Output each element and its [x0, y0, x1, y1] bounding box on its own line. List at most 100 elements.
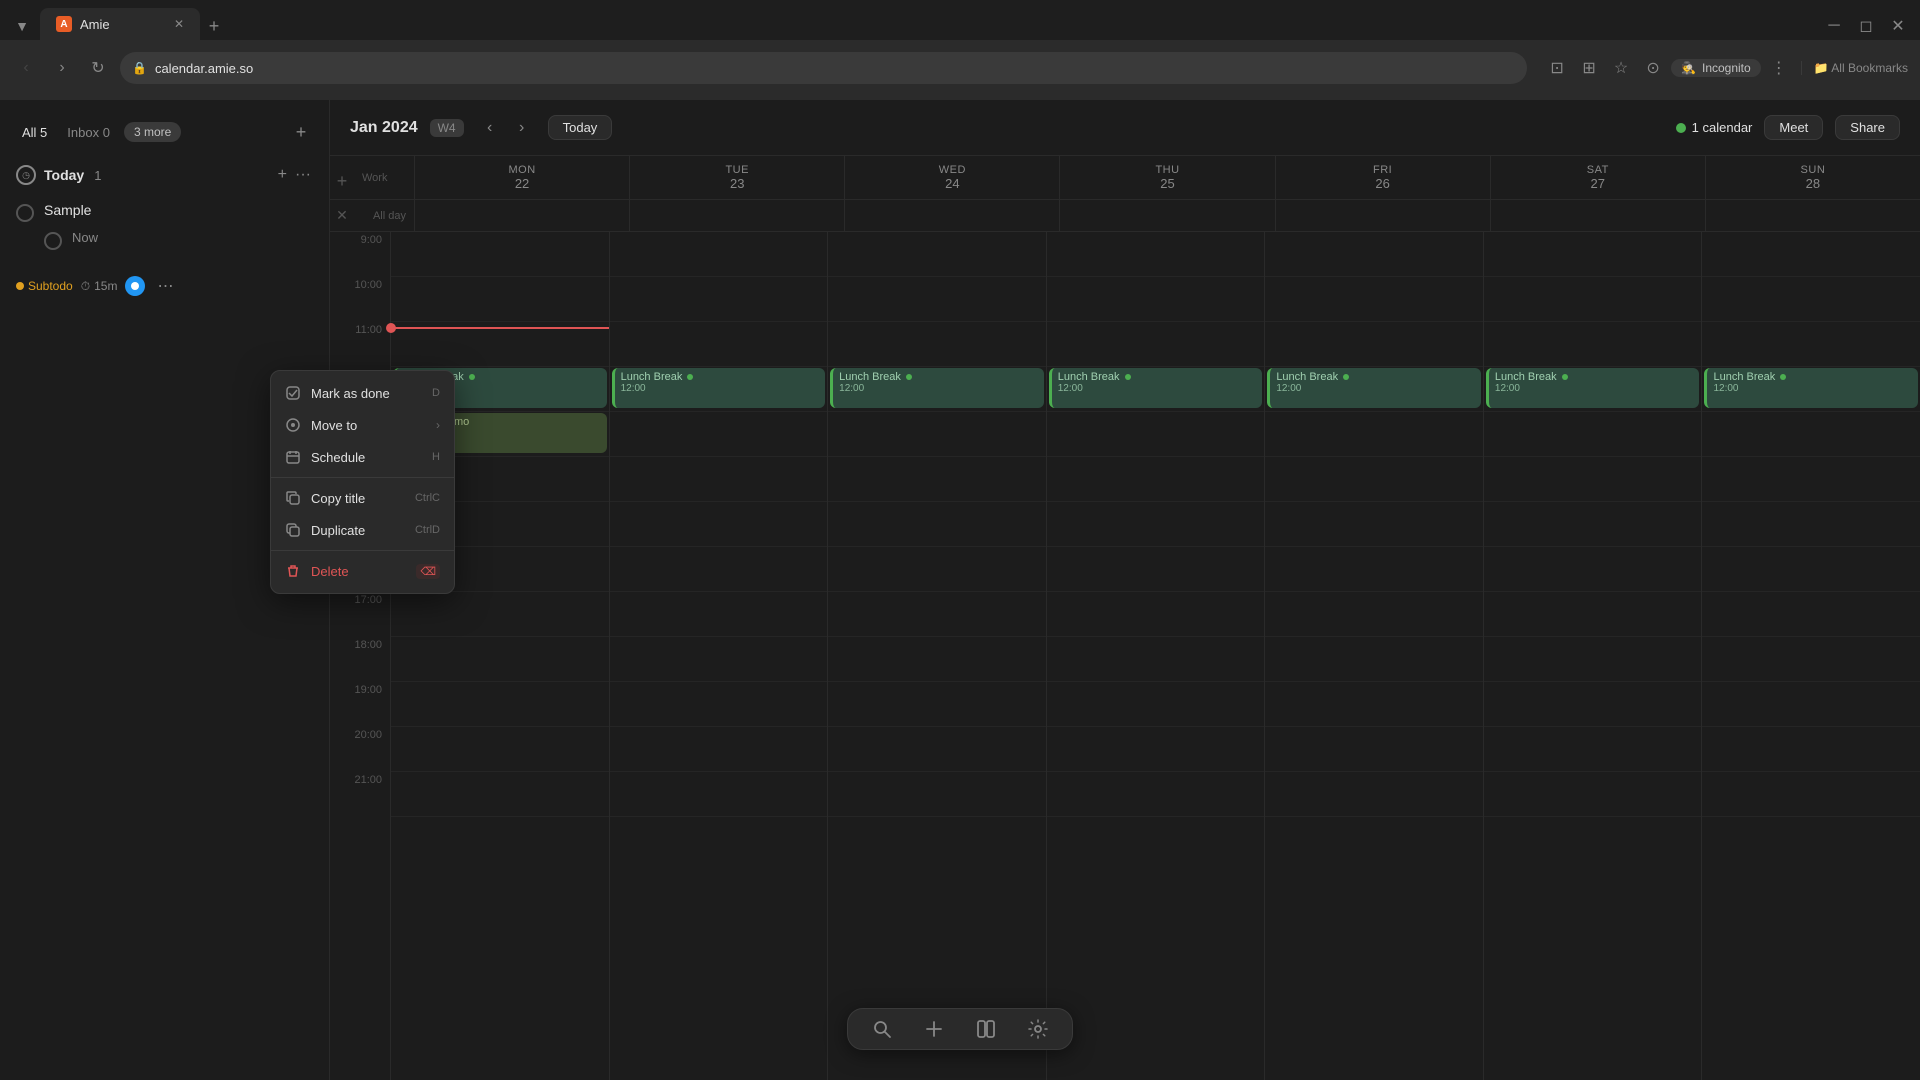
- calendar-col-sun[interactable]: Lunch Break 12:00: [1701, 232, 1920, 1080]
- task-circle-button[interactable]: [125, 276, 145, 296]
- sidebar-tab-inbox[interactable]: Inbox 0: [61, 121, 116, 144]
- event-lunch-fri[interactable]: Lunch Break 12:00: [1267, 368, 1481, 408]
- tab-list-button[interactable]: ▼: [8, 12, 36, 40]
- context-menu-duplicate[interactable]: Duplicate CtrlD: [271, 514, 454, 546]
- sidebar-tab-all[interactable]: All 5: [16, 121, 53, 144]
- allday-cell-sun[interactable]: [1705, 200, 1920, 231]
- event-lunch-tue[interactable]: Lunch Break 12:00: [612, 368, 826, 408]
- toolbar-add-button[interactable]: [924, 1019, 944, 1039]
- tab-close-button[interactable]: ✕: [174, 17, 184, 31]
- calendar-col-fri[interactable]: Lunch Break 12:00: [1264, 232, 1483, 1080]
- hour-line: [610, 322, 828, 367]
- tab-favicon: A: [56, 16, 72, 32]
- cast-icon[interactable]: ⊡: [1543, 54, 1571, 82]
- event-lunch-thu[interactable]: Lunch Break 12:00: [1049, 368, 1263, 408]
- bookmark-icon[interactable]: ☆: [1607, 54, 1635, 82]
- event-lunch-sun[interactable]: Lunch Break 12:00: [1704, 368, 1918, 408]
- today-add-button[interactable]: +: [276, 164, 289, 186]
- context-mark-done-label: Mark as done: [311, 386, 390, 401]
- calendar-col-mon[interactable]: Lunch Break 12:00 product demo 13:00: [390, 232, 609, 1080]
- calendar-col-tue[interactable]: Lunch Break 12:00: [609, 232, 828, 1080]
- schedule-icon: [285, 449, 301, 465]
- calendar-today-button[interactable]: Today: [548, 115, 613, 140]
- current-time-line: [391, 327, 609, 329]
- address-bar[interactable]: 🔒 calendar.amie.so: [120, 52, 1527, 84]
- event-lunch-sat[interactable]: Lunch Break 12:00: [1486, 368, 1700, 408]
- hour-line: [1047, 412, 1265, 457]
- sidebar-add-button[interactable]: +: [289, 120, 313, 144]
- back-button[interactable]: ‹: [12, 54, 40, 82]
- sidebar-more-button[interactable]: 3 more: [124, 122, 181, 142]
- calendar-main: Jan 2024 W4 ‹ › Today 1 calendar Meet Sh…: [330, 100, 1920, 1080]
- hour-line: [610, 547, 828, 592]
- calendar-day-columns: Lunch Break 12:00 product demo 13:00: [390, 232, 1920, 1080]
- hour-line: [1265, 502, 1483, 547]
- calendar-next-button[interactable]: ›: [508, 114, 536, 142]
- calendar-week-badge: W4: [430, 119, 464, 137]
- calendar-month-year: Jan 2024: [350, 119, 418, 137]
- calendar-share-button[interactable]: Share: [1835, 115, 1900, 140]
- allday-cell-tue[interactable]: [629, 200, 844, 231]
- hour-line: [1047, 682, 1265, 727]
- task-item-sample[interactable]: Sample: [16, 198, 313, 226]
- context-menu-move-to[interactable]: Move to ›: [271, 409, 454, 441]
- maximize-button[interactable]: ◻: [1852, 12, 1880, 40]
- event-lunch-wed[interactable]: Lunch Break 12:00: [830, 368, 1044, 408]
- today-count: 1: [94, 168, 101, 183]
- hour-line: [1265, 412, 1483, 457]
- context-schedule-shortcut: H: [432, 451, 440, 463]
- context-schedule-label: Schedule: [311, 450, 365, 465]
- hour-line: [391, 592, 609, 637]
- close-button[interactable]: ✕: [1884, 12, 1912, 40]
- profile-icon[interactable]: ⊙: [1639, 54, 1667, 82]
- hour-line: [828, 457, 1046, 502]
- event-dot: [1562, 374, 1568, 380]
- context-menu-schedule[interactable]: Schedule H: [271, 441, 454, 473]
- today-actions: + ···: [276, 164, 313, 186]
- allday-close-button[interactable]: ✕: [330, 200, 354, 231]
- hour-line: [1265, 232, 1483, 277]
- today-more-button[interactable]: ···: [293, 164, 313, 186]
- context-menu-delete[interactable]: Delete ⌫: [271, 555, 454, 587]
- incognito-label: Incognito: [1702, 61, 1751, 75]
- calendar-grid: + Work Mon 22 Tue 23 Wed 24 Thu 25: [330, 156, 1920, 1080]
- context-menu-copy-title[interactable]: Copy title CtrlC: [271, 482, 454, 514]
- context-menu-divider-2: [271, 550, 454, 551]
- minimize-button[interactable]: ─: [1820, 12, 1848, 40]
- context-menu-mark-done[interactable]: Mark as done D: [271, 377, 454, 409]
- allday-cell-mon[interactable]: [414, 200, 629, 231]
- refresh-button[interactable]: ↻: [84, 54, 112, 82]
- cal-day-header-fri: Fri 26: [1275, 156, 1490, 199]
- time-label: 15m: [94, 279, 117, 293]
- allday-label: All day: [354, 200, 414, 231]
- reader-mode-icon[interactable]: ⊞: [1575, 54, 1603, 82]
- task-checkbox-sample[interactable]: [16, 204, 34, 222]
- forward-button[interactable]: ›: [48, 54, 76, 82]
- calendar-meet-button[interactable]: Meet: [1764, 115, 1823, 140]
- allday-cell-sat[interactable]: [1490, 200, 1705, 231]
- allday-cell-wed[interactable]: [844, 200, 1059, 231]
- more-options-icon[interactable]: ⋮: [1765, 54, 1793, 82]
- browser-tab-amie[interactable]: A Amie ✕: [40, 8, 200, 40]
- toolbar-search-button[interactable]: [872, 1019, 892, 1039]
- hour-line: [1484, 502, 1702, 547]
- toolbar-settings-button[interactable]: [1028, 1019, 1048, 1039]
- calendar-add-row[interactable]: +: [330, 156, 354, 199]
- bookmarks-bar: 📁 All Bookmarks: [1814, 61, 1908, 75]
- toolbar-layout-button[interactable]: [976, 1019, 996, 1039]
- calendar-col-thu[interactable]: Lunch Break 12:00: [1046, 232, 1265, 1080]
- task-checkbox-now[interactable]: [44, 232, 62, 250]
- hour-line: [828, 502, 1046, 547]
- calendar-col-sat[interactable]: Lunch Break 12:00: [1483, 232, 1702, 1080]
- task-more-button[interactable]: ⋯: [153, 274, 177, 298]
- hour-line: [1047, 637, 1265, 682]
- task-item-now[interactable]: Now: [44, 226, 313, 254]
- hour-line: [610, 277, 828, 322]
- calendar-col-wed[interactable]: Lunch Break 12:00: [827, 232, 1046, 1080]
- hour-line: [610, 232, 828, 277]
- allday-cell-thu[interactable]: [1059, 200, 1274, 231]
- calendar-prev-button[interactable]: ‹: [476, 114, 504, 142]
- hour-line: [1047, 502, 1265, 547]
- new-tab-button[interactable]: +: [200, 12, 228, 40]
- allday-cell-fri[interactable]: [1275, 200, 1490, 231]
